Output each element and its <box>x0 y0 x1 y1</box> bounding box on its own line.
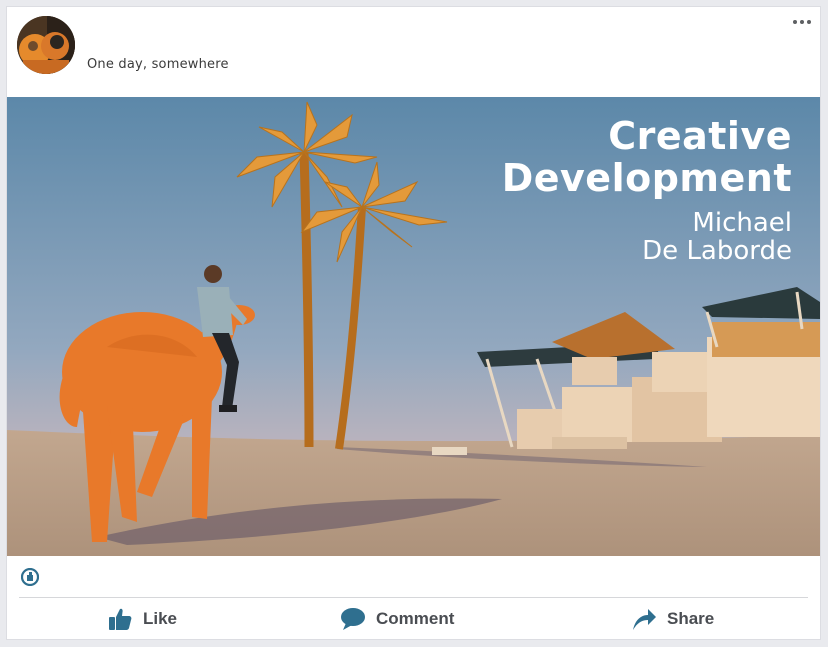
comment-label: Comment <box>376 609 455 628</box>
image-author-line2: De Laborde <box>642 236 792 266</box>
thumbs-up-icon <box>109 608 132 630</box>
share-label: Share <box>667 609 715 628</box>
avatar-photo <box>17 16 75 74</box>
like-label: Like <box>143 609 178 628</box>
dot <box>793 20 797 24</box>
like-reaction-icon[interactable] <box>21 568 39 586</box>
image-overlay-text: Creative Development Michael De Laborde <box>502 115 792 265</box>
speech-bubble-icon <box>341 608 365 630</box>
share-arrow-icon <box>633 609 656 630</box>
post-actions: Like Comment Share <box>7 603 820 635</box>
post-image[interactable]: Creative Development Michael De Laborde <box>7 97 820 556</box>
divider <box>19 597 808 598</box>
comment-button[interactable]: Comment <box>340 603 454 635</box>
share-button[interactable]: Share <box>631 603 714 635</box>
post-card: One day, somewhere Creative Development … <box>6 6 821 640</box>
like-button[interactable]: Like <box>107 603 177 635</box>
post-caption: One day, somewhere <box>87 57 229 72</box>
image-author: Michael De Laborde <box>502 209 792 265</box>
image-author-line1: Michael <box>692 208 792 238</box>
more-dots-icon[interactable] <box>792 16 812 28</box>
dot <box>800 20 804 24</box>
avatar[interactable] <box>17 16 75 74</box>
image-title-line2: Development <box>501 156 792 200</box>
image-title-line1: Creative <box>608 114 792 158</box>
dot <box>807 20 811 24</box>
